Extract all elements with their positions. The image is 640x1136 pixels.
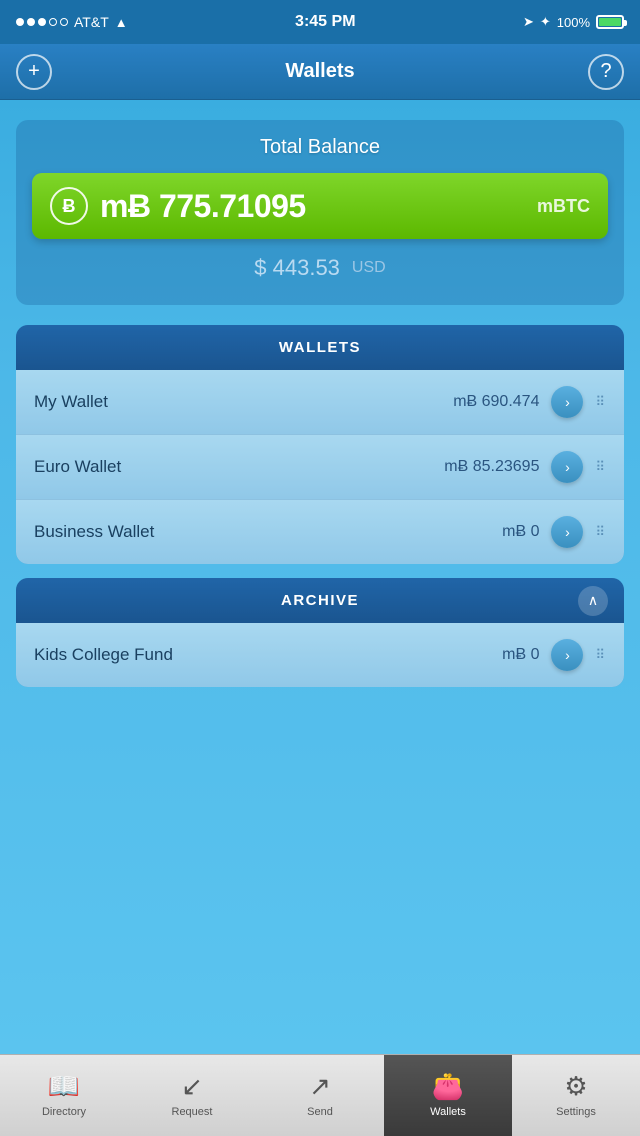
tab-settings[interactable]: ⚙ Settings	[512, 1055, 640, 1136]
add-wallet-button[interactable]: +	[16, 54, 52, 90]
drag-handle-euro-wallet: ⠿	[595, 459, 606, 475]
wallet-name-my-wallet: My Wallet	[34, 392, 453, 412]
balance-section: Total Balance Ƀ mɃ 775.71095 mBTC $ 443.…	[16, 120, 624, 305]
signal-dots	[16, 18, 68, 26]
wallet-chevron-euro-wallet[interactable]: ›	[551, 451, 583, 483]
signal-dot-4	[49, 18, 57, 26]
battery-percent: 100%	[557, 15, 590, 30]
wallet-amount-my-wallet: mɃ 690.474	[453, 393, 539, 411]
wallet-name-euro-wallet: Euro Wallet	[34, 457, 444, 477]
archive-section-header: ARCHIVE ∧	[16, 578, 624, 623]
wallet-item-business-wallet[interactable]: Business Wallet mɃ 0 › ⠿	[16, 500, 624, 564]
archive-toggle-button[interactable]: ∧	[578, 586, 608, 616]
location-icon: ➤	[523, 14, 534, 30]
wallet-amount-business-wallet: mɃ 0	[502, 523, 539, 541]
send-icon: ↗	[309, 1071, 331, 1102]
bluetooth-icon: ✦	[540, 14, 551, 30]
wallet-item-my-wallet[interactable]: My Wallet mɃ 690.474 › ⠿	[16, 370, 624, 435]
settings-icon: ⚙	[564, 1071, 587, 1102]
balance-title: Total Balance	[32, 136, 608, 159]
btc-amount: mɃ 775.71095	[100, 188, 537, 225]
wallet-amount-euro-wallet: mɃ 85.23695	[444, 458, 539, 476]
tab-request[interactable]: ↙ Request	[128, 1055, 256, 1136]
bitcoin-icon: Ƀ	[50, 187, 88, 225]
nav-bar: + Wallets ?	[0, 44, 640, 100]
status-right: ➤ ✦ 100%	[523, 14, 624, 30]
btc-unit: mBTC	[537, 196, 590, 217]
usd-balance-row: $ 443.53 USD	[32, 251, 608, 285]
tab-label-wallets: Wallets	[430, 1106, 466, 1118]
tab-bar: 📖 Directory ↙ Request ↗ Send 👛 Wallets ⚙…	[0, 1054, 640, 1136]
wallets-icon: 👛	[432, 1071, 464, 1102]
status-left: AT&T ▲	[16, 14, 128, 30]
btc-balance-row: Ƀ mɃ 775.71095 mBTC	[32, 173, 608, 239]
tab-label-settings: Settings	[556, 1106, 596, 1118]
wallets-card: WALLETS My Wallet mɃ 690.474 › ⠿ Euro Wa…	[16, 325, 624, 564]
wallet-item-kids-college[interactable]: Kids College Fund mɃ 0 › ⠿	[16, 623, 624, 687]
battery-fill	[599, 18, 621, 26]
nav-title: Wallets	[285, 60, 354, 83]
wallet-name-business-wallet: Business Wallet	[34, 522, 502, 542]
wallet-chevron-kids-college[interactable]: ›	[551, 639, 583, 671]
signal-dot-1	[16, 18, 24, 26]
drag-handle-business-wallet: ⠿	[595, 524, 606, 540]
signal-dot-3	[38, 18, 46, 26]
wallet-name-kids-college: Kids College Fund	[34, 645, 502, 665]
wallet-amount-kids-college: mɃ 0	[502, 646, 539, 664]
status-time: 3:45 PM	[295, 13, 355, 31]
help-button[interactable]: ?	[588, 54, 624, 90]
tab-wallets[interactable]: 👛 Wallets	[384, 1055, 512, 1136]
tab-send[interactable]: ↗ Send	[256, 1055, 384, 1136]
tab-label-request: Request	[172, 1106, 213, 1118]
directory-icon: 📖	[48, 1071, 80, 1102]
status-bar: AT&T ▲ 3:45 PM ➤ ✦ 100%	[0, 0, 640, 44]
request-icon: ↙	[181, 1071, 203, 1102]
signal-dot-5	[60, 18, 68, 26]
wallet-chevron-my-wallet[interactable]: ›	[551, 386, 583, 418]
drag-handle-kids-college: ⠿	[595, 647, 606, 663]
wallet-item-euro-wallet[interactable]: Euro Wallet mɃ 85.23695 › ⠿	[16, 435, 624, 500]
archive-header-label: ARCHIVE	[281, 592, 359, 609]
wallets-section-header: WALLETS	[16, 325, 624, 370]
signal-dot-2	[27, 18, 35, 26]
carrier-label: AT&T	[74, 14, 109, 30]
usd-amount: $ 443.53	[254, 255, 340, 281]
tab-directory[interactable]: 📖 Directory	[0, 1055, 128, 1136]
drag-handle-my-wallet: ⠿	[595, 394, 606, 410]
tab-label-send: Send	[307, 1106, 333, 1118]
wifi-icon: ▲	[115, 15, 128, 30]
battery-indicator	[596, 15, 624, 29]
main-content: Total Balance Ƀ mɃ 775.71095 mBTC $ 443.…	[0, 100, 640, 1054]
tab-label-directory: Directory	[42, 1106, 86, 1118]
usd-unit: USD	[352, 259, 386, 277]
wallet-chevron-business-wallet[interactable]: ›	[551, 516, 583, 548]
archive-card: ARCHIVE ∧ Kids College Fund mɃ 0 › ⠿	[16, 578, 624, 687]
